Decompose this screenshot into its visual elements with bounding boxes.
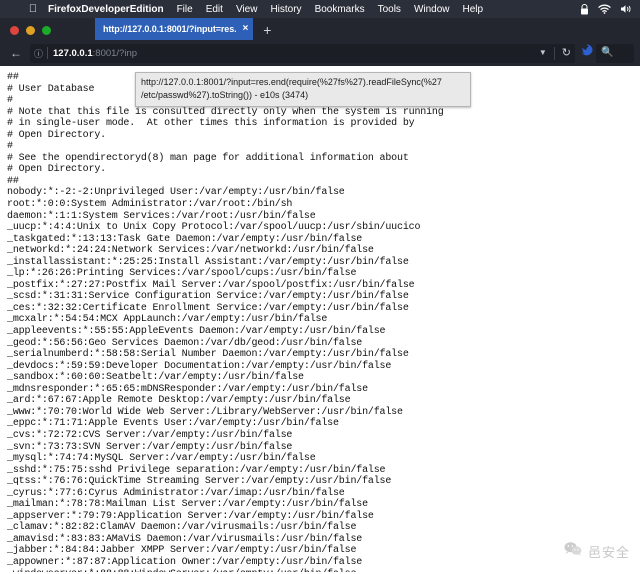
address-bar-actions: ▼ ↻ — [533, 46, 571, 60]
apple-logo-icon[interactable]:  — [26, 3, 40, 15]
chevron-down-icon[interactable]: ▼ — [539, 49, 547, 57]
menu-item-view[interactable]: View — [236, 4, 258, 15]
macos-menubar:  FirefoxDeveloperEdition File Edit View… — [0, 0, 640, 18]
new-tab-button[interactable]: + — [253, 23, 279, 40]
divider — [47, 47, 49, 59]
menu-item-help[interactable]: Help — [463, 4, 484, 15]
close-icon[interactable]: × — [243, 24, 249, 34]
volume-icon[interactable] — [620, 4, 632, 14]
window-controls — [0, 26, 95, 40]
address-bar[interactable]: ⓘ 127.0.0.1:8001/?inp ▼ ↻ — [30, 43, 575, 63]
watermark: 邑安全 — [563, 541, 630, 562]
address-bar-host: 127.0.0.1 — [53, 47, 93, 59]
menu-item-tools[interactable]: Tools — [378, 4, 401, 15]
url-tooltip-line1: http://127.0.0.1:8001/?input=res.end(req… — [141, 77, 442, 87]
navigation-toolbar: ← ⓘ 127.0.0.1:8001/?inp ▼ ↻ 🔍 http://127… — [0, 40, 640, 107]
menu-app-name[interactable]: FirefoxDeveloperEdition — [48, 4, 164, 15]
menu-item-file[interactable]: File — [177, 4, 193, 15]
lock-icon[interactable] — [580, 3, 589, 15]
reload-icon[interactable]: ↻ — [562, 47, 571, 59]
close-window-button[interactable] — [10, 26, 19, 35]
address-bar-path: :8001/?inp — [92, 47, 138, 59]
tab-title: http://127.0.0.1:8001/?input=res. — [103, 24, 237, 34]
menu-item-history[interactable]: History — [270, 4, 301, 15]
maximize-window-button[interactable] — [42, 26, 51, 35]
firefox-account-icon[interactable] — [579, 43, 594, 63]
tab-strip: http://127.0.0.1:8001/?input=res. × + — [0, 18, 640, 40]
url-tooltip-line2: /etc/passwd%27).toString()) - e10s (3474… — [141, 90, 309, 100]
search-icon: 🔍 — [601, 47, 614, 58]
address-bar-text: 127.0.0.1:8001/?inp — [53, 48, 137, 59]
menu-item-bookmarks[interactable]: Bookmarks — [315, 4, 365, 15]
watermark-text: 邑安全 — [587, 546, 630, 561]
search-bar[interactable]: 🔍 — [596, 43, 634, 63]
menu-item-edit[interactable]: Edit — [206, 4, 223, 15]
divider — [553, 46, 555, 60]
wechat-logo-icon — [563, 541, 583, 562]
info-icon[interactable]: ⓘ — [34, 47, 43, 60]
etc-passwd-output: ## # User Database # # Note that this fi… — [7, 72, 444, 572]
menu-item-window[interactable]: Window — [414, 4, 450, 15]
minimize-window-button[interactable] — [26, 26, 35, 35]
url-tooltip: http://127.0.0.1:8001/?input=res.end(req… — [135, 72, 471, 107]
back-arrow-icon[interactable]: ← — [6, 47, 26, 59]
browser-tab-active[interactable]: http://127.0.0.1:8001/?input=res. × — [95, 18, 254, 40]
wifi-icon[interactable] — [598, 4, 611, 14]
menubar-status-icons — [580, 3, 634, 15]
page-content: ## # User Database # # Note that this fi… — [0, 66, 640, 572]
